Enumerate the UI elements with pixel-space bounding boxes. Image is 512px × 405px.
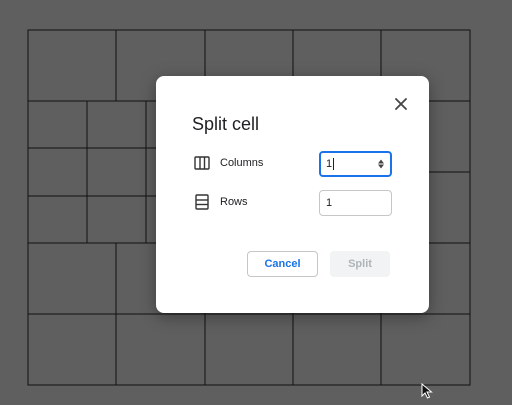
dialog-title: Split cell	[192, 114, 260, 134]
close-icon	[395, 98, 407, 110]
rows-input[interactable]: 1	[319, 190, 392, 216]
mouse-pointer-icon	[421, 383, 433, 399]
rows-label: Rows	[220, 196, 248, 208]
columns-label: Columns	[220, 157, 264, 169]
columns-icon	[192, 153, 212, 173]
stepper-icon[interactable]	[378, 159, 384, 169]
text-caret	[333, 158, 335, 170]
columns-value: 1	[326, 158, 333, 170]
close-button[interactable]	[389, 92, 413, 116]
columns-input[interactable]: 1	[319, 151, 392, 177]
split-button[interactable]: Split	[330, 251, 390, 277]
rows-value: 1	[326, 197, 333, 209]
split-cell-dialog: Split cell Columns 1 Rows 1 Cancel Split	[156, 76, 429, 313]
cancel-button[interactable]: Cancel	[247, 251, 318, 277]
rows-icon	[192, 192, 212, 212]
